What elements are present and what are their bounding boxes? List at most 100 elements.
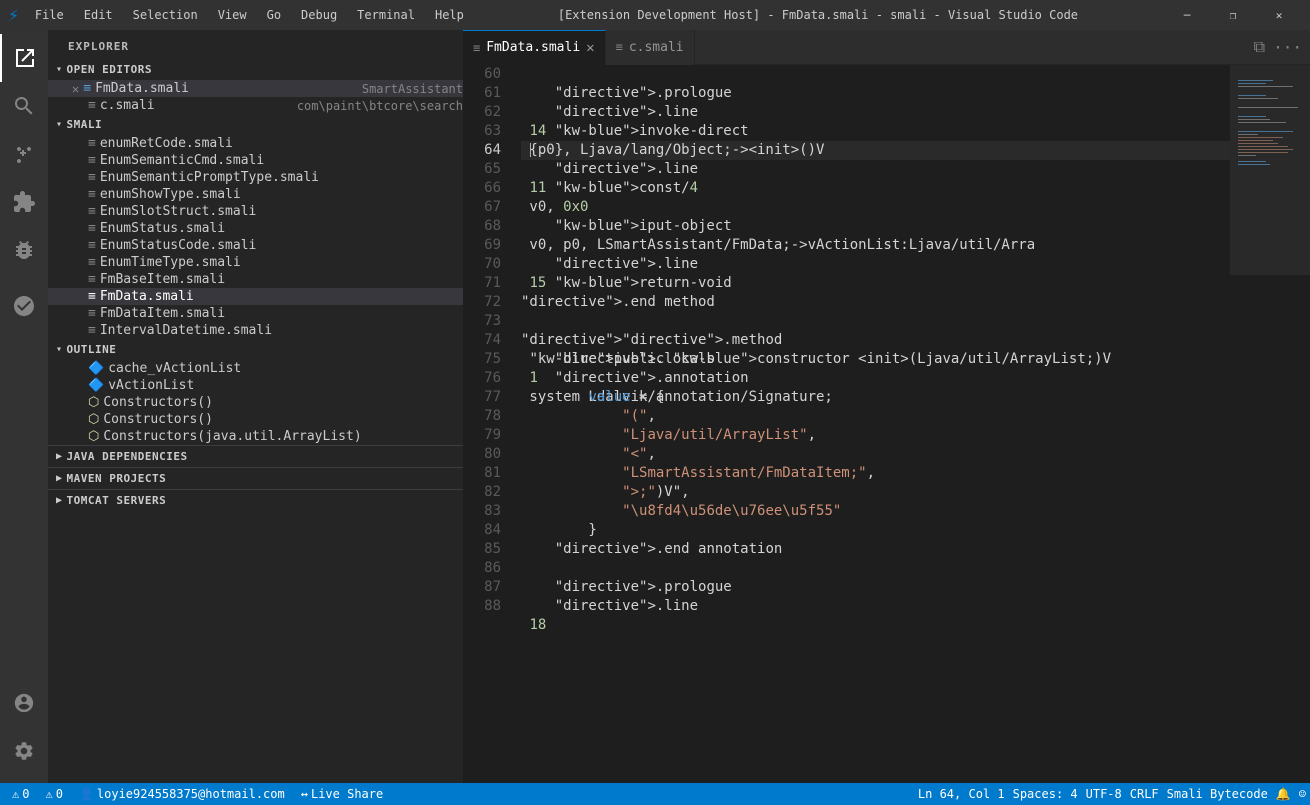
sidebar: EXPLORER ▾ OPEN EDITORS ✕ ≡ FmData.smali… <box>48 30 463 783</box>
smali-file-2[interactable]: ≡EnumSemanticPromptType.smali <box>48 169 463 186</box>
maven-section[interactable]: ▶ MAVEN PROJECTS <box>48 467 463 489</box>
menu-selection[interactable]: Selection <box>125 6 206 24</box>
tab-fmdata-close[interactable]: ✕ <box>586 40 594 56</box>
smali-file-6[interactable]: ≡EnumStatusCode.smali <box>48 237 463 254</box>
smali-file-11[interactable]: ≡IntervalDatetime.smali <box>48 322 463 339</box>
menu-help[interactable]: Help <box>427 6 472 24</box>
menu-debug[interactable]: Debug <box>293 6 345 24</box>
cursor-position[interactable]: Ln 64, Col 1 <box>914 783 1009 805</box>
smali-file-4[interactable]: ≡EnumSlotStruct.smali <box>48 203 463 220</box>
remote-activity-icon[interactable] <box>0 282 48 330</box>
open-editors-label: OPEN EDITORS <box>67 63 152 76</box>
error-count[interactable]: ⚠ 0 <box>8 783 33 805</box>
code-line-83[interactable]: "\u8fd4\u56de\u76ee\u5f55" <box>521 502 1230 521</box>
smali-file-icon-5: ≡ <box>88 221 96 236</box>
outline-label-2: Constructors() <box>103 395 213 410</box>
menu-terminal[interactable]: Terminal <box>349 6 423 24</box>
open-editor-csmali[interactable]: ≡ c.smali com\paint\btcore\search <box>48 97 463 114</box>
outline-item-2[interactable]: ⬡Constructors() <box>48 394 463 411</box>
code-line-79[interactable]: "Ljava/util/ArrayList", <box>521 426 1230 445</box>
outline-label: OUTLINE <box>67 343 117 356</box>
code-line-65[interactable]: "directive">.line 11 <box>521 160 1230 179</box>
smali-filename-9: FmData.smali <box>100 289 463 304</box>
code-line-86[interactable] <box>521 559 1230 578</box>
tomcat-section[interactable]: ▶ TOMCAT SERVERS <box>48 489 463 511</box>
smali-file-10[interactable]: ≡FmDataItem.smali <box>48 305 463 322</box>
code-line-80[interactable]: "<", <box>521 445 1230 464</box>
code-editor[interactable]: 6061626364656667686970717273747576777879… <box>463 65 1310 783</box>
account-icon: 👤 <box>79 787 94 801</box>
minimize-button[interactable]: ─ <box>1164 0 1210 30</box>
code-line-73[interactable] <box>521 312 1230 331</box>
code-content[interactable]: "directive">.prologue "directive">.line … <box>511 65 1230 783</box>
code-line-71[interactable]: "kw-blue">return-void <box>521 274 1230 293</box>
menu-file[interactable]: File <box>27 6 72 24</box>
smali-file-0[interactable]: ≡enumRetCode.smali <box>48 135 463 152</box>
search-activity-icon[interactable] <box>0 82 48 130</box>
smali-file-9[interactable]: ≡FmData.smali <box>48 288 463 305</box>
explorer-activity-icon[interactable] <box>0 34 48 82</box>
user-account[interactable]: 👤 loyie924558375@hotmail.com <box>75 783 289 805</box>
menu-edit[interactable]: Edit <box>76 6 121 24</box>
menu-go[interactable]: Go <box>259 6 289 24</box>
feedback-button[interactable]: ☺ <box>1295 783 1310 805</box>
code-line-68[interactable]: "kw-blue">iput-object v0, p0, LSmartAssi… <box>521 217 1230 236</box>
outline-item-4[interactable]: ⬡Constructors(java.util.ArrayList) <box>48 428 463 445</box>
java-deps-section[interactable]: ▶ JAVA DEPENDENCIES <box>48 445 463 467</box>
code-line-63[interactable]: "kw-blue">invoke-direct {p0}, Ljava/lang… <box>521 122 1230 141</box>
outline-item-0[interactable]: 🔷cache_vActionList <box>48 360 463 377</box>
live-share[interactable]: ↔ Live Share <box>297 783 387 805</box>
close-button[interactable]: ✕ <box>1256 0 1302 30</box>
source-control-activity-icon[interactable] <box>0 130 48 178</box>
settings-activity-icon[interactable] <box>0 727 48 775</box>
code-line-77[interactable]: value = { <box>521 388 1230 407</box>
line-ending-setting[interactable]: CRLF <box>1126 783 1163 805</box>
smali-file-7[interactable]: ≡EnumTimeType.smali <box>48 254 463 271</box>
smali-filename-1: EnumSemanticCmd.smali <box>100 153 463 168</box>
code-line-78[interactable]: "(", <box>521 407 1230 426</box>
code-line-85[interactable]: "directive">.end annotation <box>521 540 1230 559</box>
language-mode[interactable]: Smali Bytecode <box>1163 783 1272 805</box>
code-line-60[interactable] <box>521 65 1230 84</box>
code-line-81[interactable]: "LSmartAssistant/FmDataItem;", <box>521 464 1230 483</box>
smali-file-1[interactable]: ≡EnumSemanticCmd.smali <box>48 152 463 169</box>
more-actions-icon[interactable]: ··· <box>1273 38 1302 57</box>
code-line-66[interactable]: "kw-blue">const/4 v0, 0x0 <box>521 179 1230 198</box>
open-editor-fmdata[interactable]: ✕ ≡ FmData.smali SmartAssistant <box>48 80 463 97</box>
outline-item-1[interactable]: 🔷vActionList <box>48 377 463 394</box>
debug-activity-icon[interactable] <box>0 226 48 274</box>
tab-fmdata[interactable]: ≡ FmData.smali ✕ <box>463 30 606 65</box>
maximize-button[interactable]: ❐ <box>1210 0 1256 30</box>
code-line-76[interactable]: "directive">.annotation system Ldalvik/a… <box>521 369 1230 388</box>
code-line-87[interactable]: "directive">.prologue <box>521 578 1230 597</box>
extensions-activity-icon[interactable] <box>0 178 48 226</box>
encoding-setting[interactable]: UTF-8 <box>1082 783 1126 805</box>
code-line-61[interactable]: "directive">.prologue <box>521 84 1230 103</box>
smali-file-3[interactable]: ≡enumShowType.smali <box>48 186 463 203</box>
code-line-62[interactable]: "directive">.line 14 <box>521 103 1230 122</box>
close-fmdata-icon[interactable]: ✕ <box>72 82 79 96</box>
code-line-84[interactable]: } <box>521 521 1230 540</box>
menu-view[interactable]: View <box>210 6 255 24</box>
code-line-67[interactable] <box>521 198 1230 217</box>
smali-file-5[interactable]: ≡EnumStatus.smali <box>48 220 463 237</box>
smali-section[interactable]: ▾ SMALI <box>48 114 463 135</box>
open-editors-section[interactable]: ▾ OPEN EDITORS <box>48 59 463 80</box>
code-line-74[interactable]: "directive">"directive">.method "kw-blue… <box>521 331 1230 350</box>
tab-csmali[interactable]: ≡ c.smali <box>606 30 695 65</box>
outline-section[interactable]: ▾ OUTLINE <box>48 339 463 360</box>
warning-count[interactable]: ⚠ 0 <box>41 783 66 805</box>
code-line-88[interactable]: "directive">.line 18 <box>521 597 1230 616</box>
outline-icon-1: 🔷 <box>88 378 104 393</box>
outline-item-3[interactable]: ⬡Constructors() <box>48 411 463 428</box>
code-line-82[interactable]: ">;")V", <box>521 483 1230 502</box>
minimap-svg <box>1230 65 1310 783</box>
split-editor-icon[interactable]: ⧉ <box>1254 37 1265 57</box>
spaces-setting[interactable]: Spaces: 4 <box>1009 783 1082 805</box>
code-line-72[interactable]: "directive">.end method <box>521 293 1230 312</box>
notifications-button[interactable]: 🔔 <box>1272 783 1295 805</box>
tomcat-label: TOMCAT SERVERS <box>67 494 167 507</box>
code-line-70[interactable]: "directive">.line 15 <box>521 255 1230 274</box>
accounts-activity-icon[interactable] <box>0 679 48 727</box>
smali-file-8[interactable]: ≡FmBaseItem.smali <box>48 271 463 288</box>
